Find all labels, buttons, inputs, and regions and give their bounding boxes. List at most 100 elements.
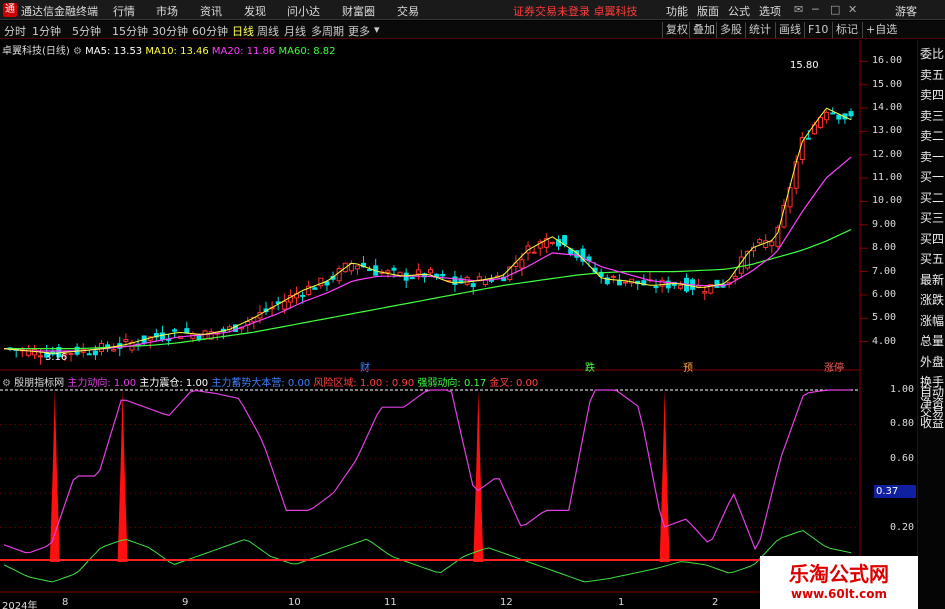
chevron-down-icon[interactable]: ▾ [374, 23, 380, 36]
sidebar-item-5[interactable]: 卖一 [920, 147, 945, 167]
restore-button[interactable]: 复权 [662, 22, 688, 38]
menu-discover[interactable]: 发现 [244, 3, 266, 19]
price-chart[interactable] [0, 40, 917, 609]
candle[interactable] [415, 269, 421, 275]
indicator-name[interactable]: 殷朋指标网 [14, 378, 64, 389]
overlay-button[interactable]: 叠加 [689, 22, 715, 38]
menu-ask[interactable]: 问小达 [287, 3, 320, 19]
candle[interactable] [470, 283, 476, 288]
period-1min[interactable]: 1分钟 [32, 23, 61, 39]
settings-icon[interactable]: ⚙ [2, 378, 11, 389]
candle[interactable] [775, 226, 781, 247]
sidebar-item-10[interactable]: 买五 [920, 249, 945, 269]
settings-icon[interactable]: ⚙ [73, 46, 82, 57]
period-30min[interactable]: 30分钟 [152, 23, 188, 39]
candle[interactable] [677, 284, 683, 289]
sidebar-item-15[interactable]: 外盘 [920, 352, 945, 372]
period-daily[interactable]: 日线 [232, 23, 254, 39]
candle[interactable] [653, 286, 659, 289]
menu-function[interactable]: 功能 [666, 3, 688, 19]
sidebar-item-13[interactable]: 涨幅 [920, 311, 945, 331]
period-monthly[interactable]: 月线 [284, 23, 306, 39]
candle[interactable] [769, 241, 775, 247]
candle[interactable] [623, 281, 629, 284]
sidebar-item-8[interactable]: 买三 [920, 208, 945, 228]
menu-layout[interactable]: 版面 [697, 3, 719, 19]
menu-trade[interactable]: 交易 [397, 3, 419, 19]
candle[interactable] [836, 114, 842, 120]
stock-name[interactable]: 卓翼科技(日线) [2, 46, 70, 57]
candle[interactable] [519, 259, 525, 269]
candle[interactable] [367, 268, 373, 271]
close-icon[interactable]: ✕ [848, 3, 857, 16]
candle[interactable] [531, 251, 537, 254]
candle[interactable] [818, 117, 824, 128]
candle[interactable] [549, 241, 555, 244]
sidebar-item-2[interactable]: 卖四 [920, 85, 945, 105]
period-more[interactable]: 更多 [348, 23, 370, 39]
candle[interactable] [702, 291, 708, 294]
candle[interactable] [562, 235, 568, 245]
event-drop[interactable]: 跌 [585, 359, 595, 374]
period-15min[interactable]: 15分钟 [112, 23, 148, 39]
minimize-icon[interactable]: ─ [812, 3, 819, 16]
menu-markets[interactable]: 市场 [156, 3, 178, 19]
candle[interactable] [805, 137, 811, 140]
mail-icon[interactable]: ✉ [794, 3, 803, 16]
candle[interactable] [184, 328, 190, 334]
candle[interactable] [68, 352, 74, 355]
candle[interactable] [409, 277, 415, 280]
menu-options[interactable]: 选项 [759, 3, 781, 19]
candle[interactable] [123, 338, 129, 342]
period-weekly[interactable]: 周线 [257, 23, 279, 39]
menu-market[interactable]: 行情 [113, 3, 135, 19]
candle[interactable] [616, 279, 622, 286]
candle[interactable] [824, 111, 830, 121]
event-forecast[interactable]: 预 [683, 359, 693, 374]
candle[interactable] [111, 349, 117, 352]
period-5min[interactable]: 5分钟 [72, 23, 101, 39]
candle[interactable] [848, 111, 854, 117]
event-limit-up[interactable]: 涨停 [824, 359, 844, 374]
candle[interactable] [440, 273, 446, 277]
event-finance[interactable]: 财 [360, 359, 370, 374]
sidebar-item-0[interactable]: 委比 [920, 44, 945, 64]
sidebar-item-19[interactable]: 自动 [920, 382, 945, 402]
mark-button[interactable]: 标记 [832, 22, 858, 38]
candle[interactable] [385, 270, 391, 273]
multi-stock-button[interactable]: 多股 [716, 22, 742, 38]
watchlist-button[interactable]: +自选 [862, 22, 897, 38]
candle[interactable] [464, 276, 470, 285]
menu-formula[interactable]: 公式 [728, 3, 750, 19]
candle[interactable] [300, 294, 306, 297]
candle[interactable] [610, 275, 616, 278]
candle[interactable] [476, 276, 482, 281]
sidebar-item-14[interactable]: 总量 [920, 331, 945, 351]
sidebar-item-11[interactable]: 最新 [920, 270, 945, 290]
draw-button[interactable]: 画线 [775, 22, 801, 38]
candle[interactable] [732, 275, 738, 280]
sidebar-item-4[interactable]: 卖二 [920, 126, 945, 146]
sidebar-item-20[interactable]: 交易 [920, 402, 945, 422]
candle[interactable] [38, 355, 44, 358]
stats-button[interactable]: 统计 [745, 22, 771, 38]
sidebar-item-6[interactable]: 买一 [920, 167, 945, 187]
candle[interactable] [312, 287, 318, 290]
period-multi[interactable]: 多周期 [311, 23, 344, 39]
candle[interactable] [391, 267, 397, 271]
candle[interactable] [196, 334, 202, 340]
candle[interactable] [159, 332, 165, 341]
period-60min[interactable]: 60分钟 [192, 23, 228, 39]
candle[interactable] [830, 112, 836, 115]
candle[interactable] [172, 329, 178, 332]
candle[interactable] [281, 300, 287, 310]
sidebar-item-12[interactable]: 涨跌 [920, 290, 945, 310]
candle[interactable] [354, 265, 360, 270]
candle[interactable] [428, 269, 434, 274]
candle[interactable] [336, 268, 342, 282]
user-guest[interactable]: 游客 [895, 3, 917, 19]
candle[interactable] [92, 350, 98, 356]
sidebar-item-1[interactable]: 卖五 [920, 65, 945, 85]
candle[interactable] [31, 348, 37, 356]
maximize-icon[interactable]: □ [830, 3, 840, 16]
